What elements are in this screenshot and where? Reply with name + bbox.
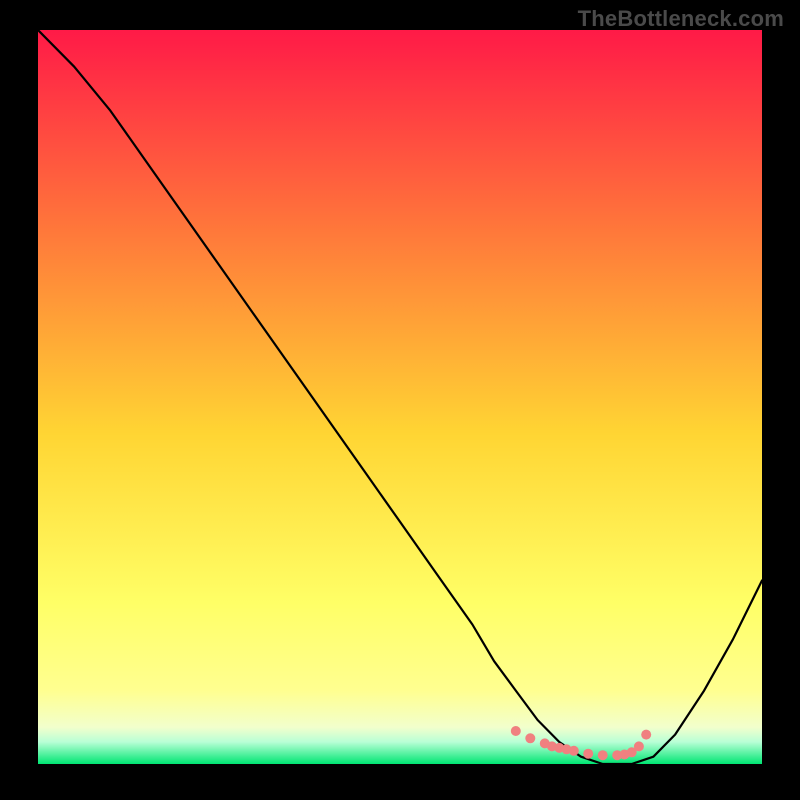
highlight-dot [569, 746, 579, 756]
chart-frame: { "watermark": "TheBottleneck.com", "col… [0, 0, 800, 800]
highlight-dot [511, 726, 521, 736]
watermark-text: TheBottleneck.com [578, 6, 784, 32]
highlight-dot [583, 749, 593, 759]
highlight-dot [598, 750, 608, 760]
chart-svg [38, 30, 762, 764]
gradient-background [38, 30, 762, 764]
highlight-dot [641, 730, 651, 740]
highlight-dot [525, 733, 535, 743]
highlight-dot [634, 741, 644, 751]
plot-area [38, 30, 762, 764]
